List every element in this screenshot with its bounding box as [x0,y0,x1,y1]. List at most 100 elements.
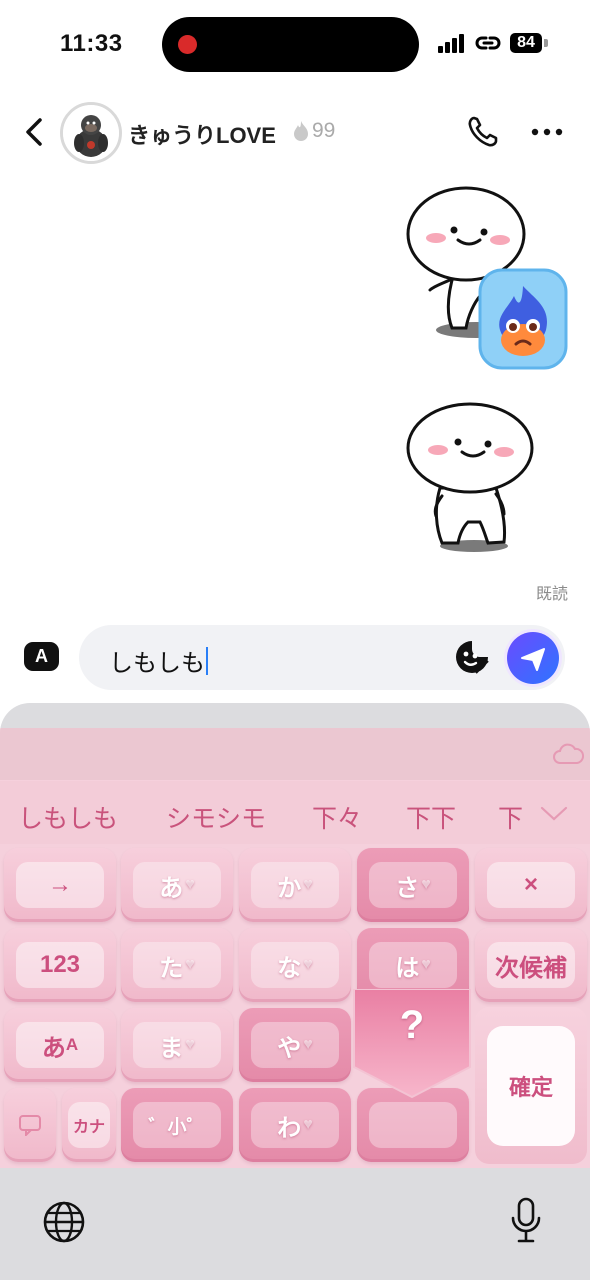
contact-avatar[interactable] [60,102,122,164]
candidate-item[interactable]: 下下 [406,799,456,835]
send-button[interactable] [507,632,559,684]
back-button[interactable] [18,112,52,152]
key-label: や [277,1034,302,1062]
key-sa[interactable]: さ ♥ [357,848,469,922]
key-face: ま ♥ [133,1022,221,1068]
key-ka[interactable]: か ♥ [239,848,351,922]
key-label: か [277,874,302,902]
globe-icon[interactable] [42,1200,86,1244]
key-ya[interactable]: や ♥ [239,1008,351,1082]
key-ta[interactable]: た ♥ [121,928,233,1002]
key-face: は ♥ [369,942,457,988]
key-face: な ♥ [251,942,339,988]
gorilla-avatar-image [63,105,119,161]
sticker-emoji-icon[interactable] [454,639,490,675]
candidate-item[interactable]: 下 [498,799,523,835]
phone-call-icon[interactable] [466,114,500,150]
message-input-text: しもしも [109,650,205,677]
key-face: た ♥ [133,942,221,988]
key-label: ま [159,1034,184,1062]
key-label: 123 [16,942,104,988]
candidate-bar: しもしも シモシモ 下々 下下 下 [0,781,590,844]
kana-alpha-toggle-key[interactable]: あA [4,1008,116,1082]
streak-badge: 99 [292,119,335,143]
battery-tip [544,39,548,47]
contact-name[interactable]: きゅうりLOVE [128,118,276,150]
heart-icon: ♥ [303,876,313,893]
clock: 11:33 [60,30,123,57]
heart-icon: ♥ [303,1036,313,1053]
dynamic-island [162,17,419,72]
cellular-signal-icon [438,34,464,53]
key-na[interactable]: な ♥ [239,928,351,1002]
microphone-icon[interactable] [508,1196,544,1246]
flame-emoji [478,268,568,370]
send-arrow-icon [521,648,545,671]
number-mode-key[interactable]: 123 [4,928,116,1002]
key-wa[interactable]: わ ♥ [239,1088,351,1162]
key-label: あ [41,1034,66,1062]
speech-bubble-icon [19,1115,41,1136]
heart-icon: ♥ [303,1116,313,1133]
key-label: カナ [67,1102,111,1148]
sticker-message[interactable] [396,398,546,558]
cursor-right-key[interactable]: → [4,848,116,922]
popup-label: ? [399,1003,425,1047]
key-label: さ [395,874,420,902]
chevron-down-icon[interactable] [538,803,570,823]
candidate-item[interactable]: 下々 [312,799,362,835]
message-input-text-wrap: しもしも [109,643,208,678]
chat-header: きゅうりLOVE 99 [0,92,590,172]
dakuten-key[interactable]: ゛小゜ [121,1088,233,1162]
status-bar: 11:33 84 [0,0,590,90]
key-label: な [277,954,302,982]
key-label: あ [159,874,184,902]
key-face [369,1102,457,1148]
delete-key[interactable]: × [475,848,587,922]
read-receipt: 既読 [536,586,569,603]
link-icon [475,36,501,50]
key-face: さ ♥ [369,862,457,908]
key-sublabel: A [65,1035,79,1054]
punctuation-key[interactable] [357,1088,469,1162]
key-label: × [487,862,575,908]
flame-icon [294,121,308,141]
katakana-key[interactable]: カナ [62,1088,116,1162]
key-label: ゛小゜ [133,1102,221,1148]
keyboard-toolbar [0,728,590,780]
input-mode-button[interactable]: A [24,642,59,671]
streak-count: 99 [312,119,336,142]
key-face: わ ♥ [251,1102,339,1148]
emoji-key[interactable] [4,1088,56,1162]
key-label: 確定 [487,1025,575,1146]
confirm-key[interactable]: 確定 [475,1007,587,1164]
sticker-message[interactable] [396,178,586,378]
text-caret [206,646,208,675]
heart-icon: ♥ [185,876,195,893]
keyboard: しもしも シモシモ 下々 下下 下 → あ ♥ か ♥ さ ♥ × 123 た ♥ な ♥… [0,703,590,1280]
heart-icon: ♥ [421,956,431,973]
battery-indicator: 84 [510,33,542,53]
keyboard-system-bar [0,1168,590,1280]
heart-icon: ♥ [421,876,431,893]
key-label: は [395,954,420,982]
heart-icon: ♥ [185,956,195,973]
key-ma[interactable]: ま ♥ [121,1008,233,1082]
key-label: た [159,954,184,982]
next-candidate-key[interactable]: 次候補 [475,928,587,1002]
candidate-item[interactable]: シモシモ [166,799,266,835]
heart-icon: ♥ [303,956,313,973]
more-options-icon[interactable] [530,126,564,138]
key-face: あ ♥ [133,862,221,908]
cloud-icon[interactable] [552,743,584,767]
key-label: → [16,862,104,908]
key-a[interactable]: あ ♥ [121,848,233,922]
recording-indicator [178,35,197,54]
key-label: わ [277,1114,302,1142]
key-face: か ♥ [251,862,339,908]
candidate-item[interactable]: しもしも [18,799,118,835]
message-input[interactable]: しもしも [79,625,565,690]
key-face: あA [16,1022,104,1068]
key-label: 次候補 [487,942,575,988]
heart-icon: ♥ [185,1036,195,1053]
